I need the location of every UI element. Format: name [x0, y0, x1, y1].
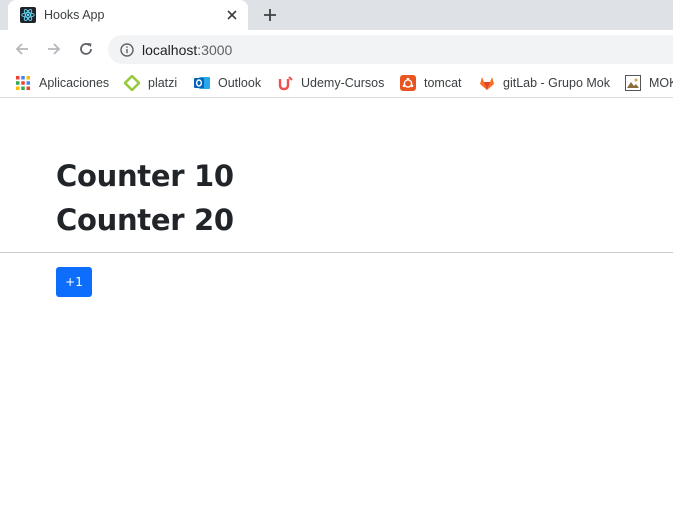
bookmark-mok[interactable]: MOK [625, 74, 673, 92]
bookmarks-bar: Aplicaciones platzi Outlook Udemy-Cursos… [0, 68, 673, 98]
browser-tab[interactable]: Hooks App [8, 0, 248, 30]
increment-button[interactable]: +1 [56, 267, 92, 297]
outlook-icon [194, 75, 210, 91]
apps-grid-icon [15, 75, 31, 91]
reload-button[interactable] [74, 37, 98, 61]
tab-title: Hooks App [44, 8, 105, 22]
bookmark-udemy[interactable]: Udemy-Cursos [277, 74, 384, 92]
bookmark-label: platzi [148, 76, 178, 90]
ubuntu-icon [400, 75, 416, 91]
arrow-right-icon [48, 43, 61, 55]
divider [0, 252, 673, 253]
new-tab-button[interactable] [258, 4, 282, 26]
bookmark-label: MOK [649, 76, 673, 90]
react-logo-icon [20, 7, 36, 23]
forward-button[interactable] [42, 37, 66, 61]
bookmark-platzi[interactable]: platzi [124, 74, 177, 92]
address-bar[interactable]: localhost:3000 [108, 35, 673, 64]
platzi-icon [124, 75, 140, 91]
counter-1-heading: Counter 10 [56, 159, 234, 193]
bookmark-gitlab[interactable]: gitLab - Grupo Mok [479, 74, 610, 92]
url-port: :3000 [197, 41, 233, 58]
bookmark-label: tomcat [424, 76, 462, 90]
bookmark-aplicaciones[interactable]: Aplicaciones [15, 74, 109, 92]
gitlab-icon [479, 75, 495, 91]
bookmark-label: Outlook [218, 76, 262, 90]
bookmark-tomcat[interactable]: tomcat [400, 74, 462, 92]
udemy-icon [277, 75, 293, 91]
image-icon [625, 75, 641, 91]
bookmark-outlook[interactable]: Outlook [194, 74, 261, 92]
close-tab-icon[interactable] [222, 5, 242, 25]
counter-2-heading: Counter 20 [56, 203, 234, 237]
bookmark-label: Udemy-Cursos [301, 76, 385, 90]
bookmark-label: gitLab - Grupo Mok [503, 76, 610, 90]
browser-toolbar: localhost:3000 [0, 30, 673, 68]
bookmark-label: Aplicaciones [39, 76, 110, 90]
page-content: Counter 10 Counter 20 +1 [0, 99, 673, 505]
tab-strip: Hooks App [0, 0, 673, 30]
info-icon[interactable] [120, 42, 134, 57]
arrow-left-icon [15, 43, 28, 55]
url-host: localhost [142, 41, 198, 58]
reload-icon [80, 43, 92, 55]
url-text: localhost:3000 [142, 42, 232, 58]
back-button[interactable] [10, 37, 34, 61]
